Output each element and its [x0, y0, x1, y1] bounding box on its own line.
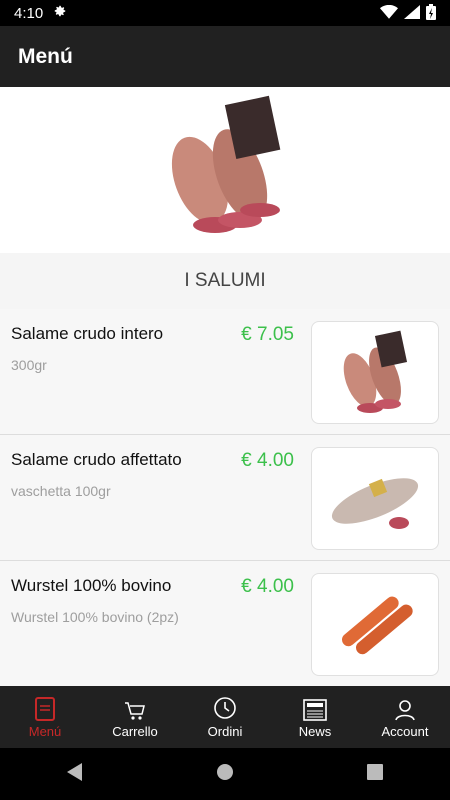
- tab-orders-label: Ordini: [207, 724, 243, 739]
- cart-icon: [124, 695, 146, 721]
- battery-icon: [426, 4, 436, 24]
- salame-intero-image[interactable]: [311, 321, 439, 424]
- product-name: Wurstel 100% bovino: [11, 576, 172, 595]
- product-name: Salame crudo affettato: [11, 450, 182, 469]
- tab-menu[interactable]: Menú: [0, 686, 90, 748]
- tab-cart[interactable]: Carrello: [90, 686, 180, 748]
- product-name: Salame crudo intero: [11, 324, 164, 343]
- bottom-navigation: Menú Carrello Ordini News Account: [0, 686, 450, 748]
- category-banner-image: [0, 87, 450, 253]
- wurstel-image[interactable]: [311, 573, 439, 676]
- account-person-icon: [394, 695, 416, 721]
- product-item[interactable]: Wurstel 100% bovino Wurstel 100% bovino …: [0, 561, 450, 687]
- recents-icon[interactable]: [367, 763, 384, 785]
- signal-icon: [404, 5, 420, 23]
- product-price: € 4.00: [241, 576, 294, 597]
- newspaper-icon: [303, 695, 327, 721]
- app-bar: Menú: [0, 26, 450, 87]
- product-description: Wurstel 100% bovino (2pz): [11, 609, 179, 625]
- tab-orders[interactable]: Ordini: [180, 686, 270, 748]
- page-title: Menú: [18, 44, 73, 68]
- product-list: Salame crudo intero 300gr € 7.05 Salame …: [0, 309, 450, 687]
- tab-account[interactable]: Account: [360, 686, 450, 748]
- tab-account-label: Account: [381, 724, 429, 739]
- product-price: € 4.00: [241, 450, 294, 471]
- product-item[interactable]: Salame crudo affettato vaschetta 100gr €…: [0, 435, 450, 561]
- system-navigation-bar: [0, 748, 450, 800]
- product-description: vaschetta 100gr: [11, 483, 111, 499]
- back-icon[interactable]: [66, 762, 83, 786]
- menu-book-icon: [35, 695, 55, 721]
- home-icon[interactable]: [216, 763, 234, 786]
- history-clock-icon: [212, 695, 238, 721]
- tab-cart-label: Carrello: [112, 724, 158, 739]
- product-item[interactable]: Salame crudo intero 300gr € 7.05: [0, 309, 450, 435]
- product-description: 300gr: [11, 357, 47, 373]
- wifi-icon: [380, 4, 398, 23]
- tab-news-label: News: [298, 724, 332, 739]
- category-header: I SALUMI: [0, 253, 450, 310]
- settings-gear-icon: [53, 4, 67, 22]
- tab-menu-label: Menú: [28, 724, 62, 739]
- status-time: 4:10: [14, 4, 44, 22]
- status-bar: 4:10: [0, 0, 450, 26]
- product-price: € 7.05: [241, 324, 294, 345]
- tab-news[interactable]: News: [270, 686, 360, 748]
- salame-affettato-image[interactable]: [311, 447, 439, 550]
- category-title: I SALUMI: [184, 270, 266, 291]
